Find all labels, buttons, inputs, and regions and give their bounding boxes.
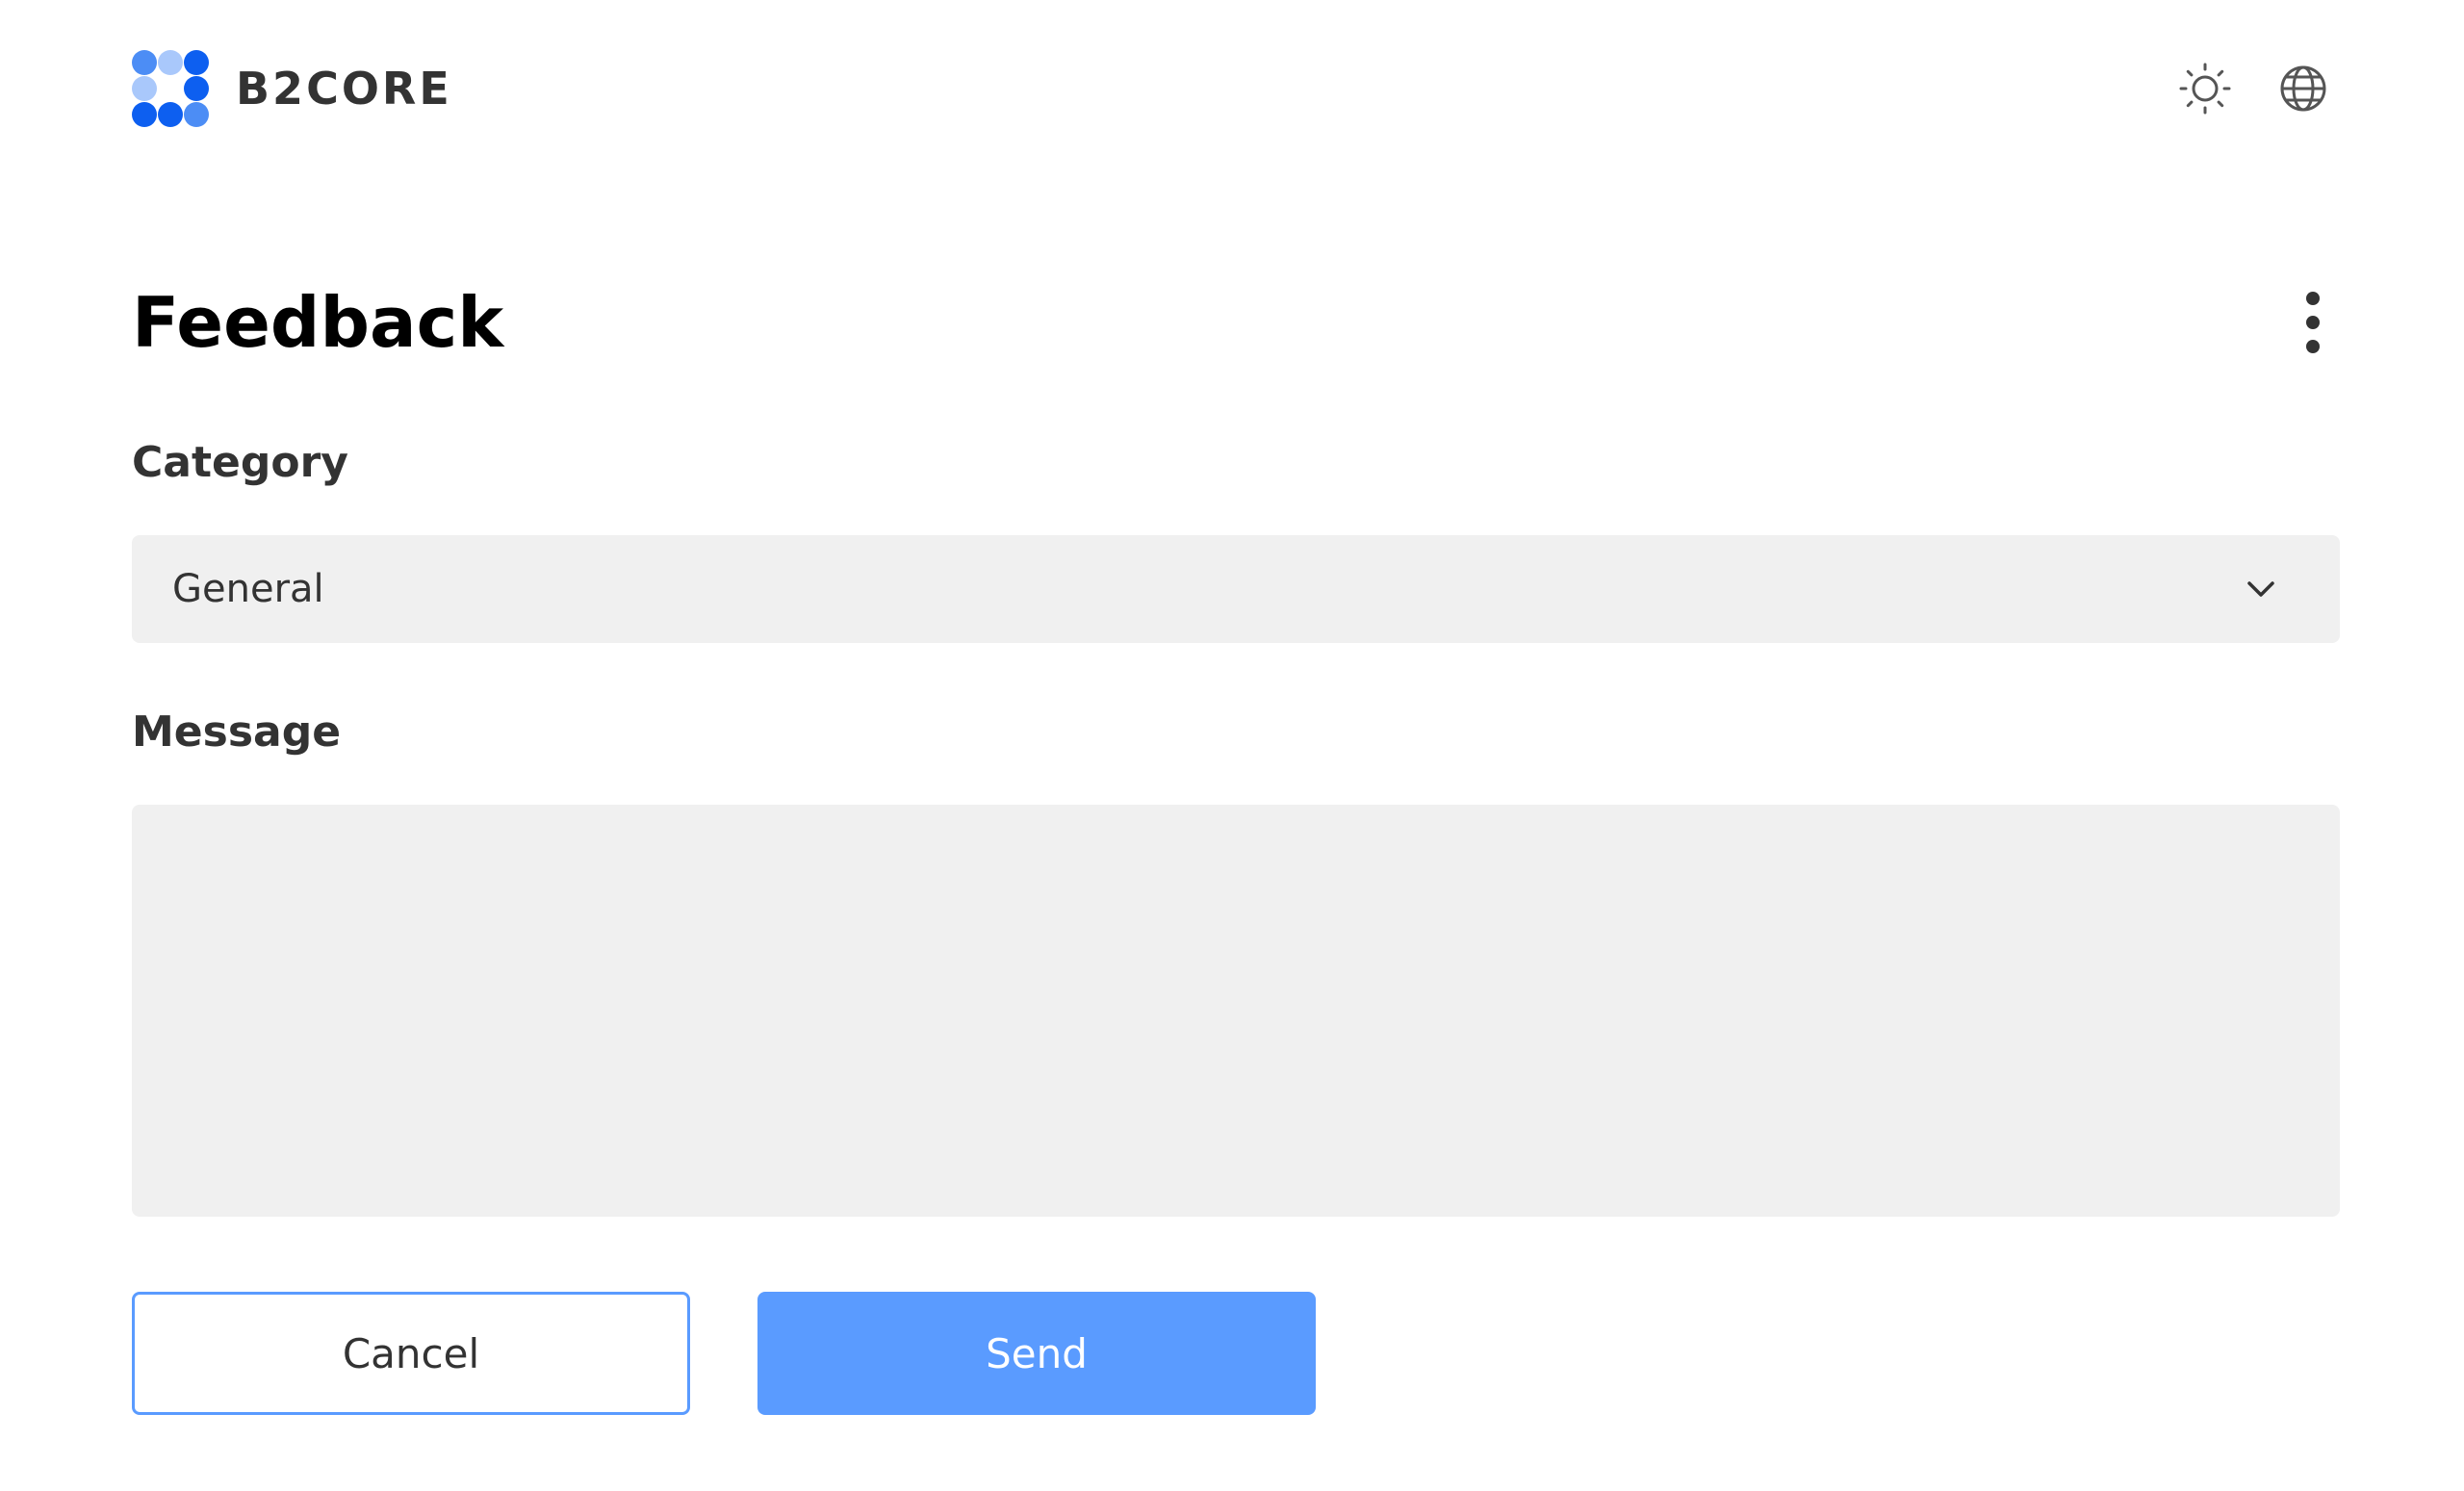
more-vertical-icon — [2306, 292, 2320, 353]
message-textarea[interactable] — [132, 805, 2340, 1217]
app-header: B2CORE — [132, 50, 2332, 127]
header-actions — [2176, 50, 2332, 127]
category-select[interactable]: General — [132, 535, 2340, 643]
page-title: Feedback — [132, 282, 504, 363]
more-options-button[interactable] — [2284, 289, 2342, 356]
sun-icon — [2179, 63, 2231, 115]
category-label: Category — [132, 438, 348, 487]
cancel-button[interactable]: Cancel — [132, 1292, 690, 1415]
message-label: Message — [132, 707, 342, 757]
title-row: Feedback — [132, 270, 2332, 375]
brand[interactable]: B2CORE — [132, 50, 452, 127]
send-button[interactable]: Send — [757, 1292, 1316, 1415]
chevron-down-icon — [2247, 581, 2274, 597]
language-button[interactable] — [2274, 60, 2332, 117]
theme-toggle-button[interactable] — [2176, 60, 2234, 117]
globe-icon — [2280, 65, 2326, 112]
brand-name: B2CORE — [236, 63, 452, 115]
category-selected-value: General — [172, 567, 324, 611]
b2core-logo-icon — [132, 50, 209, 127]
